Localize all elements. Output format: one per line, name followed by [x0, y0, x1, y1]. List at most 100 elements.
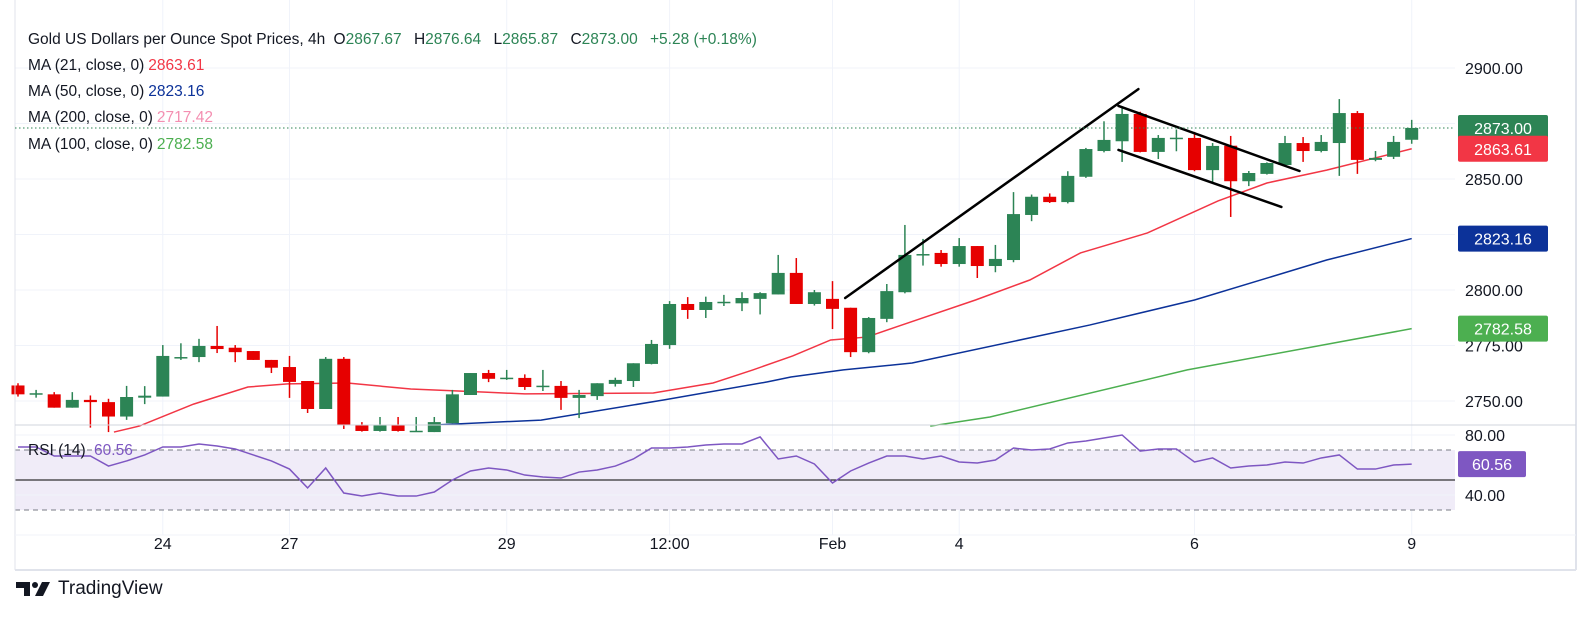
candle	[1387, 135, 1401, 160]
candle	[445, 389, 459, 424]
candle-body	[1296, 143, 1310, 152]
price-tick-label: 2850.00	[1465, 172, 1523, 189]
tradingview-logo[interactable]: TradingView	[16, 578, 163, 600]
close-label: C	[570, 31, 582, 48]
change-value: +5.28 (+0.18%)	[650, 31, 757, 48]
candle	[645, 339, 658, 365]
candle-body	[482, 373, 496, 379]
candle-body	[1025, 196, 1039, 215]
candle	[1296, 137, 1310, 162]
candle	[753, 292, 767, 315]
symbol-legend: Gold US Dollars per Ounce Spot Prices, 4…	[28, 31, 761, 49]
candle	[844, 307, 858, 358]
ma-value: 2782.58	[156, 136, 213, 153]
candle-body	[844, 307, 858, 353]
high-label: H	[413, 31, 426, 48]
chart-canvas[interactable]: 2900.002850.002800.002775.002750.0024 27 2…	[0, 0, 1592, 625]
brand-name: TradingView	[58, 578, 163, 599]
candle	[500, 369, 514, 380]
candle-body	[355, 425, 369, 431]
time-tick-label: 27	[281, 536, 299, 553]
candle-body	[717, 301, 731, 304]
candle	[11, 383, 25, 397]
candle	[663, 301, 677, 349]
ma-value: 2717.42	[156, 109, 213, 126]
candle-body	[789, 272, 803, 304]
candle-body	[1278, 143, 1292, 166]
candle-body	[1350, 113, 1364, 160]
candle-body	[246, 351, 260, 360]
ma-label: MA (50, close, 0)	[28, 83, 145, 100]
candle-body	[880, 291, 894, 319]
candle	[228, 345, 242, 363]
candle-body	[1242, 173, 1256, 182]
candle-body	[1133, 113, 1147, 152]
candle	[29, 389, 43, 398]
candle	[156, 345, 170, 397]
candle	[1242, 171, 1256, 187]
candle-body	[65, 399, 79, 408]
candle-body	[1097, 139, 1111, 152]
candle	[518, 374, 532, 390]
tradingview-logo-icon	[16, 582, 50, 596]
candle	[1151, 135, 1165, 160]
candle-body	[771, 272, 785, 295]
candle-body	[1387, 141, 1401, 157]
price-badge-label: 2873.00	[1474, 121, 1532, 138]
candle-body	[554, 385, 568, 398]
candle-body	[138, 395, 152, 398]
candle	[301, 381, 315, 413]
candle-body	[11, 385, 25, 395]
candle	[246, 351, 260, 360]
ma-legend: MA (200, close, 0) 2717.42	[28, 109, 217, 127]
candle-body	[500, 377, 514, 380]
candle	[681, 297, 695, 319]
close-value: 2873.00	[581, 31, 638, 48]
candle-body	[1260, 163, 1274, 174]
candle-body	[608, 379, 622, 384]
candle-body	[807, 292, 821, 304]
candle	[1314, 135, 1328, 153]
candle-body	[663, 303, 677, 346]
candle-body	[536, 385, 550, 388]
rsi-tick-label: 40.00	[1465, 488, 1505, 505]
candle	[1079, 147, 1093, 178]
candle	[283, 355, 296, 398]
ma-label: MA (21, close, 0)	[28, 57, 145, 74]
candle-body	[753, 293, 767, 299]
symbol-title: Gold US Dollars per Ounce Spot Prices, 4…	[28, 31, 326, 48]
candle-body	[1079, 149, 1093, 177]
time-tick-label: Feb	[819, 536, 847, 553]
candle-body	[102, 402, 115, 417]
ma-label: MA (200, close, 0)	[28, 109, 153, 126]
candle-body	[626, 363, 640, 382]
open-value: 2867.67	[345, 31, 402, 48]
candle-body	[916, 254, 930, 256]
candle	[1332, 99, 1346, 176]
candle	[464, 373, 477, 396]
ma-legend: MA (100, close, 0) 2782.58	[28, 136, 217, 154]
candle-body	[952, 246, 966, 265]
low-label: L	[493, 31, 503, 48]
ma-value: 2863.61	[148, 57, 205, 74]
candle	[1188, 131, 1201, 172]
candle	[807, 290, 821, 306]
candle	[789, 258, 803, 304]
candle	[934, 250, 948, 267]
candle	[65, 392, 79, 408]
candle-body	[934, 252, 948, 265]
rsi-badge-label: 60.56	[1472, 457, 1512, 474]
candle-body	[1061, 175, 1075, 203]
rsi-value: 60.56	[94, 442, 133, 459]
candle	[717, 294, 731, 306]
candle-body	[699, 301, 713, 310]
candle	[1043, 193, 1057, 203]
candle	[699, 296, 713, 318]
candle-body	[645, 343, 658, 364]
candle	[355, 422, 369, 432]
time-tick-label: 12:00	[650, 536, 690, 553]
trendline[interactable]	[843, 87, 1140, 300]
candle	[391, 416, 405, 432]
candle	[554, 381, 568, 410]
price-badge-label: 2823.16	[1474, 232, 1532, 249]
